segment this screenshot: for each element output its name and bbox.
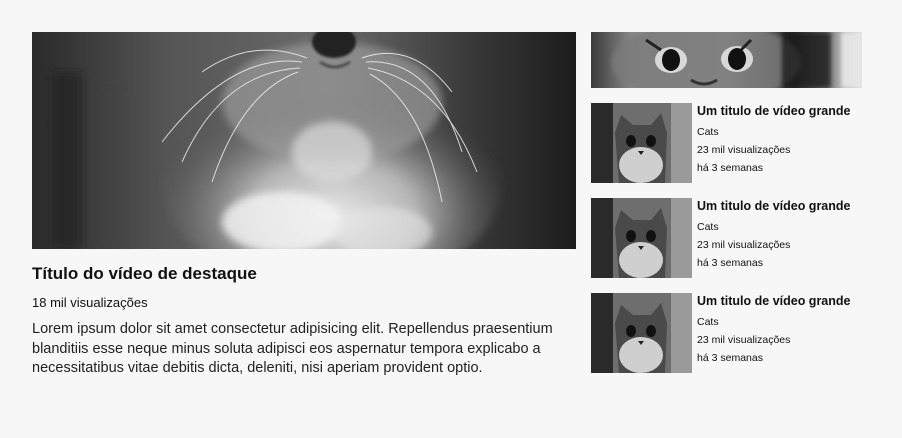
sidebar-video-item[interactable]: Um titulo de vídeo grande Cats 23 mil vi… [591, 103, 863, 183]
sidebar-video-views: 23 mil visualizações [697, 239, 791, 251]
featured-video-thumbnail[interactable] [32, 32, 576, 249]
sidebar-video-meta: Um titulo de vídeo grande Cats 23 mil vi… [697, 198, 863, 272]
sidebar-video-views: 23 mil visualizações [697, 144, 791, 156]
sidebar-video-item[interactable]: Um titulo de vídeo grande Cats 23 mil vi… [591, 198, 863, 278]
sidebar-video-item[interactable]: Um titulo de vídeo grande Cats 23 mil vi… [591, 293, 863, 373]
video-sidebar: Um titulo de vídeo grande Cats 23 mil vi… [591, 32, 863, 373]
featured-video: Título do vídeo de destaque 18 mil visua… [32, 32, 576, 379]
sidebar-video-title[interactable]: Um titulo de vídeo grande [697, 103, 863, 119]
sidebar-video-channel[interactable]: Cats [697, 313, 863, 331]
sidebar-video-title[interactable]: Um titulo de vídeo grande [697, 198, 863, 214]
sidebar-video-channel[interactable]: Cats [697, 123, 863, 141]
top-banner-thumbnail[interactable] [591, 32, 862, 88]
sidebar-video-meta: Um titulo de vídeo grande Cats 23 mil vi… [697, 293, 863, 367]
featured-video-views: 18 mil visualizações [32, 295, 148, 310]
sidebar-video-thumbnail[interactable] [591, 293, 692, 373]
sidebar-video-thumbnail[interactable] [591, 198, 692, 278]
sidebar-video-title[interactable]: Um titulo de vídeo grande [697, 293, 863, 309]
sidebar-video-meta: Um titulo de vídeo grande Cats 23 mil vi… [697, 103, 863, 177]
sidebar-video-age: há 3 semanas [697, 162, 763, 174]
featured-video-description: Lorem ipsum dolor sit amet consectetur a… [32, 321, 553, 376]
sidebar-video-thumbnail[interactable] [591, 103, 692, 183]
sidebar-video-views: 23 mil visualizações [697, 334, 791, 346]
sidebar-video-channel[interactable]: Cats [697, 218, 863, 236]
featured-video-title[interactable]: Título do vídeo de destaque [32, 263, 576, 285]
sidebar-video-age: há 3 semanas [697, 257, 763, 269]
sidebar-video-age: há 3 semanas [697, 352, 763, 364]
